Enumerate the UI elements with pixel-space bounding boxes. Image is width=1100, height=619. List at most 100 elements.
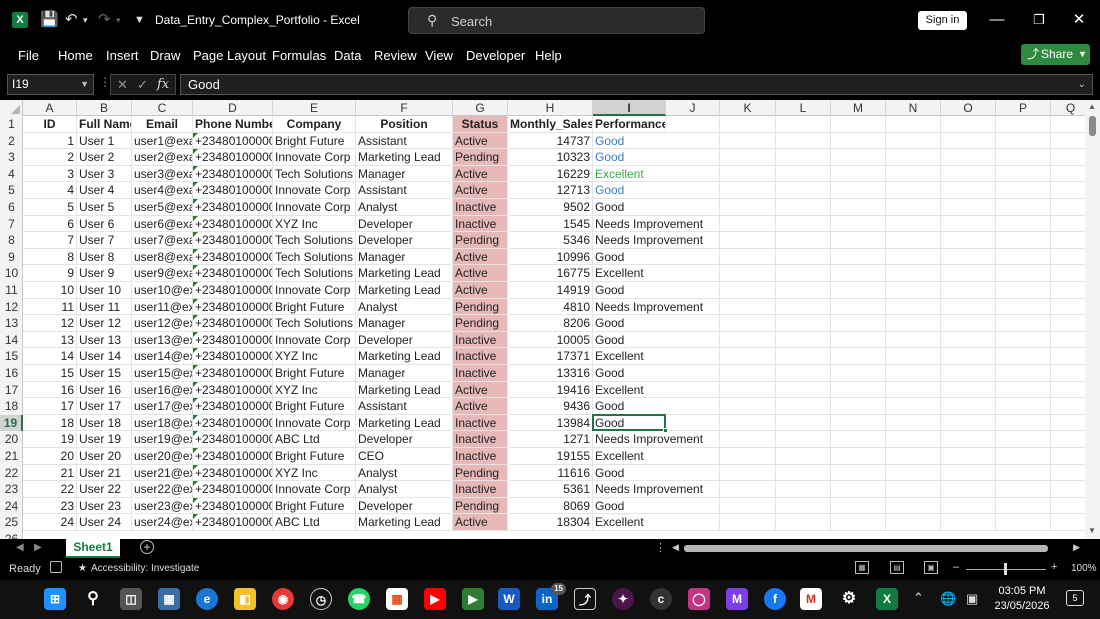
cell[interactable]: Excellent bbox=[593, 448, 666, 465]
zoom-slider-thumb[interactable] bbox=[1004, 563, 1007, 575]
empty-cell[interactable] bbox=[776, 431, 831, 448]
empty-cell[interactable] bbox=[941, 116, 996, 133]
column-header-k[interactable]: K bbox=[720, 100, 776, 116]
empty-cell[interactable] bbox=[720, 116, 776, 133]
cell[interactable]: Active bbox=[453, 248, 508, 266]
scroll-left-icon[interactable]: ◀ bbox=[672, 542, 679, 553]
row-header-1[interactable]: 1 bbox=[0, 116, 23, 133]
widgets-icon[interactable]: ▦ bbox=[158, 588, 180, 610]
empty-cell[interactable] bbox=[831, 248, 886, 266]
cell[interactable]: +23480100000: bbox=[193, 298, 273, 316]
cell[interactable]: 4 bbox=[23, 182, 77, 199]
whatsapp-icon[interactable]: ☎ bbox=[348, 588, 370, 610]
empty-cell[interactable] bbox=[1051, 299, 1085, 316]
empty-cell[interactable] bbox=[886, 398, 941, 415]
cell[interactable]: 1545 bbox=[508, 215, 593, 233]
empty-cell[interactable] bbox=[720, 232, 776, 249]
cell[interactable]: user10@ex bbox=[132, 282, 193, 299]
empty-cell[interactable] bbox=[776, 132, 831, 150]
cell[interactable]: +23480100000( bbox=[193, 248, 273, 266]
empty-cell[interactable] bbox=[720, 381, 776, 399]
cell[interactable]: 16 bbox=[23, 381, 77, 399]
cell[interactable]: user15@ex bbox=[132, 365, 193, 382]
empty-cell[interactable] bbox=[886, 464, 941, 482]
empty-cell[interactable] bbox=[831, 149, 886, 166]
row-header-24[interactable]: 24 bbox=[0, 498, 23, 515]
cell[interactable]: 19416 bbox=[508, 381, 593, 399]
cell[interactable]: Good bbox=[593, 133, 666, 150]
cell[interactable]: Active bbox=[453, 398, 508, 415]
empty-cell[interactable] bbox=[996, 149, 1051, 166]
cell[interactable]: 9502 bbox=[508, 199, 593, 216]
page-break-view-icon[interactable]: ▣ bbox=[924, 561, 938, 574]
empty-cell[interactable] bbox=[666, 331, 720, 349]
empty-cell[interactable] bbox=[886, 165, 941, 183]
empty-cell[interactable] bbox=[941, 265, 996, 282]
empty-cell[interactable] bbox=[776, 514, 831, 531]
empty-cell[interactable] bbox=[776, 331, 831, 349]
row-header-17[interactable]: 17 bbox=[0, 382, 23, 399]
empty-cell[interactable] bbox=[996, 331, 1051, 349]
empty-cell[interactable] bbox=[996, 481, 1051, 498]
cell[interactable]: Active bbox=[453, 265, 508, 282]
cell[interactable]: 5361 bbox=[508, 481, 593, 498]
cell[interactable]: Assistant bbox=[356, 398, 453, 415]
empty-cell[interactable] bbox=[776, 464, 831, 482]
cell[interactable]: +23480100000: bbox=[193, 414, 273, 432]
empty-cell[interactable] bbox=[941, 182, 996, 199]
empty-cell[interactable] bbox=[941, 132, 996, 150]
select-all-button[interactable] bbox=[0, 100, 23, 116]
page-layout-view-icon[interactable]: ▤ bbox=[890, 561, 904, 574]
cell[interactable]: User 19 bbox=[77, 431, 132, 448]
column-header-p[interactable]: P bbox=[996, 100, 1051, 116]
cell[interactable]: Analyst bbox=[356, 464, 453, 482]
empty-cell[interactable] bbox=[941, 232, 996, 249]
cell[interactable]: User 7 bbox=[77, 232, 132, 249]
empty-cell[interactable] bbox=[666, 282, 720, 299]
empty-cell[interactable] bbox=[941, 331, 996, 349]
cell[interactable]: user11@ex bbox=[132, 298, 193, 316]
empty-cell[interactable] bbox=[720, 398, 776, 415]
tab-developer[interactable]: Developer bbox=[466, 48, 525, 63]
empty-cell[interactable] bbox=[886, 448, 941, 465]
cell[interactable]: 9436 bbox=[508, 398, 593, 415]
empty-cell[interactable] bbox=[996, 398, 1051, 415]
youtube-icon[interactable]: ▶ bbox=[424, 588, 446, 610]
empty-cell[interactable] bbox=[886, 365, 941, 382]
cell[interactable]: XYZ Inc bbox=[273, 464, 356, 482]
empty-cell[interactable] bbox=[720, 248, 776, 266]
chrome-icon[interactable]: ◉ bbox=[272, 588, 294, 610]
empty-cell[interactable] bbox=[1051, 249, 1085, 266]
empty-cell[interactable] bbox=[776, 116, 831, 133]
empty-cell[interactable] bbox=[831, 331, 886, 349]
cell[interactable]: +23480100000: bbox=[193, 398, 273, 415]
cell[interactable]: User 22 bbox=[77, 481, 132, 498]
empty-cell[interactable] bbox=[831, 448, 886, 465]
empty-cell[interactable] bbox=[720, 149, 776, 166]
show-hidden-icons[interactable]: ⌃ bbox=[913, 590, 924, 606]
save-icon[interactable]: 💾 bbox=[40, 10, 59, 30]
cell[interactable]: User 11 bbox=[77, 298, 132, 316]
cell[interactable]: 4810 bbox=[508, 298, 593, 316]
cell[interactable]: User 6 bbox=[77, 215, 132, 233]
empty-cell[interactable] bbox=[886, 414, 941, 432]
cell[interactable]: User 16 bbox=[77, 381, 132, 399]
empty-cell[interactable] bbox=[720, 464, 776, 482]
empty-cell[interactable] bbox=[1051, 498, 1085, 515]
cell[interactable]: Pending bbox=[453, 497, 508, 515]
undo-icon[interactable]: ↶ bbox=[65, 10, 78, 30]
empty-cell[interactable] bbox=[666, 448, 720, 465]
cell[interactable]: Marketing Lead bbox=[356, 149, 453, 166]
cell[interactable]: 23 bbox=[23, 497, 77, 515]
column-header-m[interactable]: M bbox=[831, 100, 886, 116]
insert-function-icon[interactable]: fx bbox=[157, 75, 169, 94]
header-cell-monthly-sales[interactable]: Monthly_Sales bbox=[508, 116, 593, 133]
microsoft-store-icon[interactable]: ▦ bbox=[386, 588, 408, 610]
tab-view[interactable]: View bbox=[425, 48, 453, 63]
empty-cell[interactable] bbox=[996, 414, 1051, 432]
play-store-icon[interactable]: ▶ bbox=[462, 588, 484, 610]
cell[interactable]: Tech Solutions bbox=[273, 165, 356, 183]
cell[interactable]: 14 bbox=[23, 348, 77, 365]
cell[interactable]: +23480100000( bbox=[193, 165, 273, 183]
empty-cell[interactable] bbox=[886, 116, 941, 133]
